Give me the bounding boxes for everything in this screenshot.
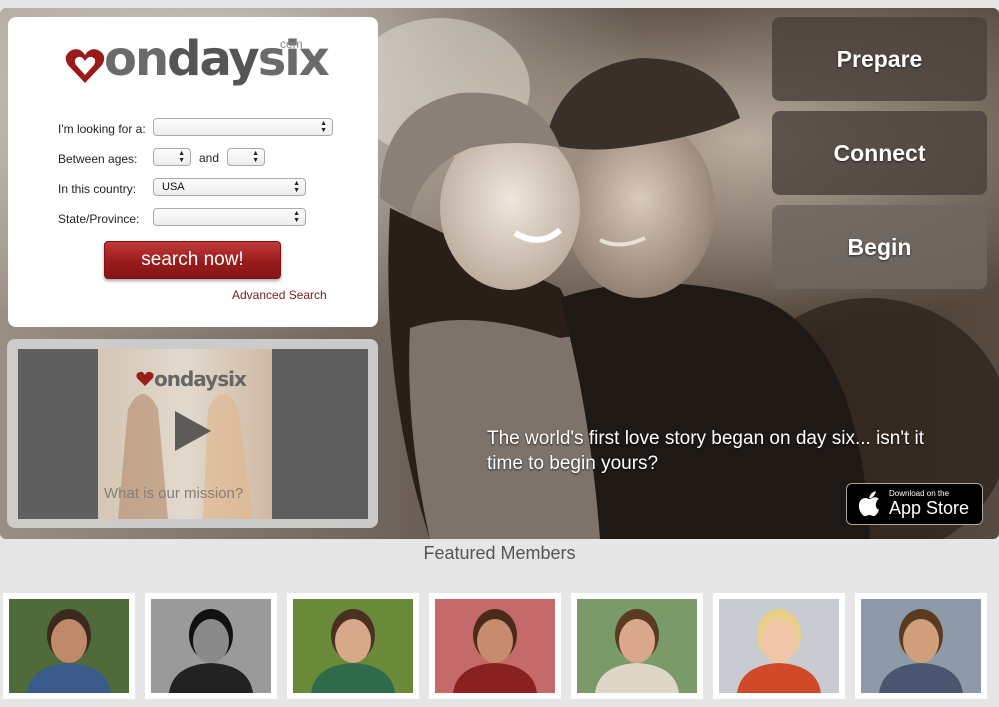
logo-day: day [167,31,260,87]
heart-icon [65,49,105,83]
looking-for-label: I'm looking for a: [58,122,146,136]
app-store-small-text: Download on the [889,489,950,498]
member-photo [151,599,271,693]
video-thumbnail: ondaysix What is our mission? [98,349,272,519]
prepare-button[interactable]: Prepare [772,17,987,101]
search-now-button[interactable]: search now! [104,241,281,279]
country-value: USA [162,181,185,193]
member-photo [293,599,413,693]
age-min-select[interactable]: ▲ ▼ [153,148,191,166]
select-arrows-icon: ▲ ▼ [178,150,185,164]
ondaysix-logo[interactable]: ondaysix com [60,29,330,93]
state-label: State/Province: [58,212,140,226]
member-photo [9,599,129,693]
advanced-search-link[interactable]: Advanced Search [232,288,327,302]
member-photo [435,599,555,693]
select-arrows-icon: ▲ ▼ [293,210,300,224]
search-panel: ondaysix com I'm looking for a: ▲ ▼ Betwe… [8,17,378,327]
member-photo [719,599,839,693]
country-select[interactable]: USA ▲ ▼ [153,178,306,196]
member-card[interactable] [145,593,277,699]
age-max-select[interactable]: ▲ ▼ [227,148,265,166]
hero-tagline: The world's first love story began on da… [487,428,925,474]
member-card[interactable] [713,593,845,699]
video-logo-text: ondaysix [154,367,247,391]
state-select[interactable]: ▲ ▼ [153,208,306,226]
app-store-big-text: App Store [889,498,970,518]
connect-button[interactable]: Connect [772,111,987,195]
heart-icon [136,371,154,386]
select-arrows-icon: ▲ ▼ [320,120,327,134]
app-store-badge[interactable]: Download on the App Store [846,483,983,525]
member-photo [577,599,697,693]
play-icon[interactable] [173,409,213,453]
select-arrows-icon: ▲ ▼ [293,180,300,194]
member-card[interactable] [429,593,561,699]
ages-and-label: and [199,151,220,165]
mission-video-panel: ondaysix What is our mission? [7,339,378,528]
looking-for-select[interactable]: ▲ ▼ [153,118,333,136]
member-card[interactable] [571,593,703,699]
select-arrows-icon: ▲ ▼ [252,150,259,164]
member-photo [861,599,981,693]
video-caption: What is our mission? [104,485,244,502]
country-label: In this country: [58,182,137,196]
ages-label: Between ages: [58,152,138,166]
begin-button[interactable]: Begin [772,205,987,289]
featured-members-title: Featured Members [423,543,576,563]
member-card[interactable] [855,593,987,699]
logo-on: on [104,31,169,87]
video-player[interactable]: ondaysix What is our mission? [18,349,368,519]
logo-com: com [280,37,303,51]
member-card[interactable] [287,593,419,699]
member-card[interactable] [3,593,135,699]
apple-icon [858,491,879,517]
